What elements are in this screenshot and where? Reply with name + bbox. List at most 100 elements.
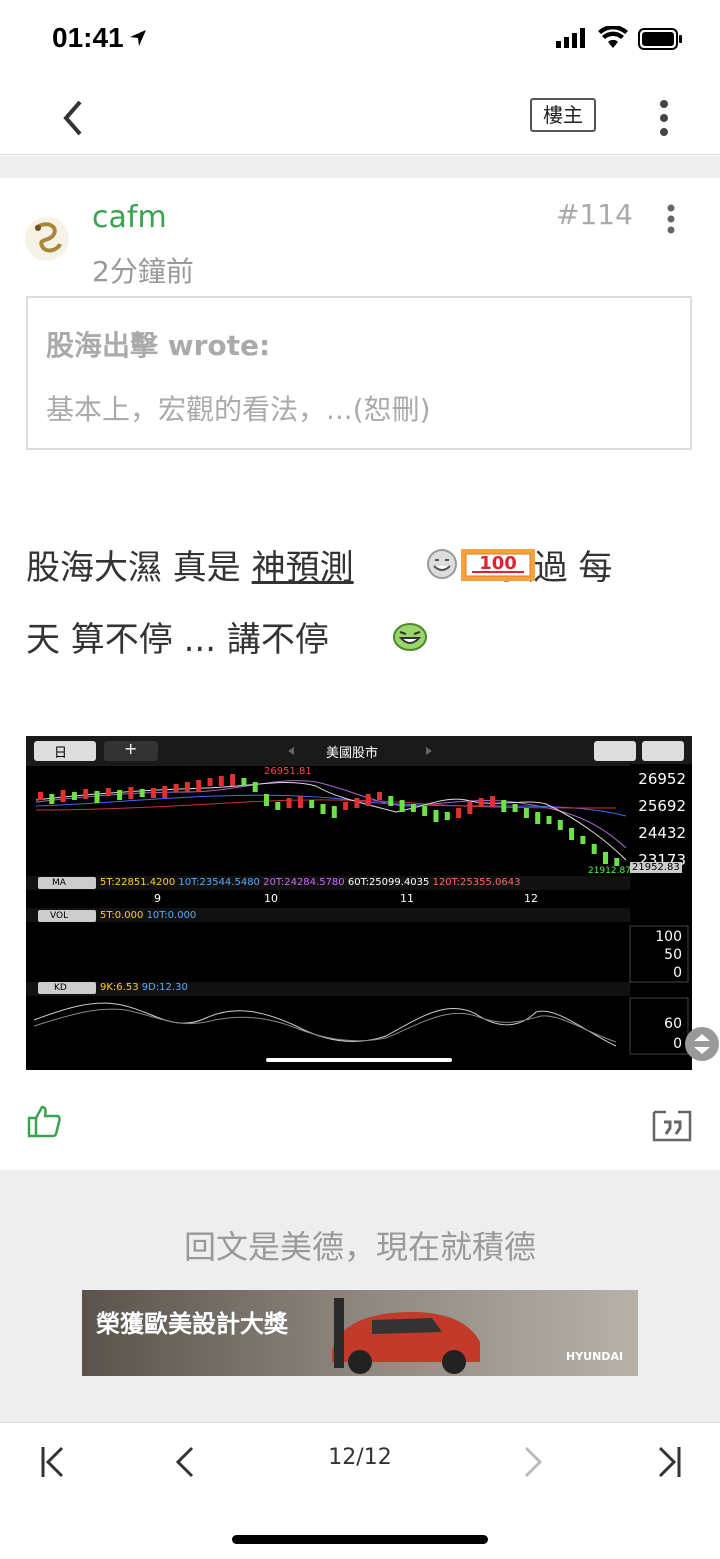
like-thumb-icon[interactable] bbox=[26, 1104, 62, 1138]
ma-value: 120T:25355.0643 bbox=[432, 877, 521, 888]
vol-value: 5T:0.000 bbox=[100, 910, 144, 921]
candle-mark bbox=[354, 798, 360, 808]
candle-mark bbox=[331, 806, 337, 818]
cellular-signal-icon bbox=[556, 28, 585, 48]
username[interactable]: cafm bbox=[92, 200, 167, 235]
candle-mark bbox=[309, 800, 315, 808]
x-tick: 11 bbox=[400, 892, 414, 905]
chart-title: 美國股市 bbox=[326, 746, 379, 761]
candle-mark bbox=[410, 804, 416, 812]
kd-value: 9D:12.30 bbox=[141, 982, 188, 993]
candle-mark bbox=[196, 780, 202, 792]
ad-slogan: 回文是美德，現在就積德 bbox=[183, 1228, 536, 1266]
kd-label: KD bbox=[54, 983, 67, 993]
location-arrow-icon bbox=[130, 30, 146, 46]
candle-mark bbox=[38, 792, 43, 800]
post-time: 2分鐘前 bbox=[92, 255, 194, 288]
candle-mark bbox=[94, 791, 100, 803]
ma-value: 5T:22851.4200 bbox=[100, 877, 176, 888]
top-navigation-bar: 樓主 bbox=[0, 80, 720, 155]
candle-mark bbox=[218, 776, 224, 786]
candle-mark bbox=[162, 786, 168, 798]
ad-banner-headline: 榮獲歐美設計大獎 bbox=[96, 1310, 288, 1338]
chart-add-button[interactable]: + bbox=[124, 739, 137, 758]
vol-axis: 100 50 0 bbox=[630, 928, 682, 982]
candle-mark bbox=[343, 802, 349, 810]
scroll-handle-icon[interactable] bbox=[684, 1026, 720, 1062]
candle-mark bbox=[117, 790, 123, 800]
chart-period-button[interactable]: 日 bbox=[54, 742, 67, 761]
owner-only-button[interactable]: 樓主 bbox=[530, 98, 596, 132]
vol-value: 10T:0.000 bbox=[146, 910, 197, 921]
candle-mark bbox=[490, 796, 495, 806]
candle-mark bbox=[173, 784, 179, 792]
quote-block[interactable]: 股海出擊 wrote: 基本上，宏觀的看法，...(恕刪) bbox=[26, 296, 692, 450]
status-bar: 01:41 bbox=[0, 0, 720, 80]
grin-emoji-icon bbox=[427, 549, 457, 579]
candle-mark bbox=[433, 810, 439, 822]
back-arrow-icon[interactable] bbox=[58, 98, 88, 138]
candle-mark bbox=[105, 788, 111, 796]
battery-icon bbox=[638, 28, 682, 50]
ma-values: 5T:22851.4200 10T:23544.5480 20T:24284.5… bbox=[100, 877, 520, 888]
post-link[interactable]: 神預測 bbox=[252, 548, 354, 588]
wifi-icon bbox=[598, 26, 628, 48]
low-price-label: 21912.87 bbox=[588, 866, 631, 876]
vol-tick: 100 bbox=[655, 929, 682, 945]
post-more-icon[interactable] bbox=[664, 204, 678, 234]
candle-mark bbox=[151, 788, 156, 798]
last-page-icon[interactable] bbox=[656, 1445, 682, 1479]
ma-value: 20T:24284.5780 bbox=[263, 877, 345, 888]
ma-value: 10T:23544.5480 bbox=[178, 877, 260, 888]
x-tick: 12 bbox=[524, 892, 538, 905]
section-divider bbox=[0, 156, 720, 178]
candle-mark bbox=[83, 789, 89, 799]
ad-section: 回文是美德，現在就積德 榮獲歐美設計大獎 HYUNDAI bbox=[0, 1170, 720, 1422]
candle-mark bbox=[523, 808, 529, 818]
vol-label: VOL bbox=[50, 911, 69, 921]
candle-mark bbox=[580, 836, 586, 844]
page-indicator: 12/12 bbox=[328, 1445, 392, 1470]
post-text-segment: 股海大濕 真是 bbox=[26, 548, 252, 588]
more-options-icon[interactable] bbox=[656, 98, 672, 138]
candle-mark bbox=[184, 782, 190, 792]
price-tick: 24432 bbox=[638, 824, 686, 842]
candle-mark bbox=[207, 778, 213, 786]
quote-reply-icon[interactable] bbox=[652, 1108, 692, 1142]
candle-mark bbox=[230, 774, 236, 786]
post-number: #114 bbox=[556, 198, 633, 231]
kd-values: 9K:6.53 9D:12.30 bbox=[100, 982, 188, 993]
candle-mark bbox=[444, 812, 450, 820]
candle-mark bbox=[603, 852, 608, 864]
candle-mark bbox=[49, 794, 55, 804]
candle-mark bbox=[456, 808, 462, 818]
kd-tick: 0 bbox=[673, 1036, 682, 1052]
candle-mark bbox=[535, 812, 541, 824]
candle-mark bbox=[264, 794, 269, 806]
candle-mark bbox=[478, 798, 484, 806]
kd-axis: 60 0 bbox=[630, 1014, 682, 1054]
candle-mark bbox=[241, 778, 247, 786]
candle-mark bbox=[557, 820, 563, 830]
candle-mark bbox=[320, 804, 326, 814]
vol-tick: 0 bbox=[673, 965, 682, 981]
candle-mark bbox=[139, 789, 145, 797]
candle-mark bbox=[128, 787, 134, 799]
last-price-label: 21952.83 bbox=[630, 862, 682, 873]
ad-banner[interactable]: 榮獲歐美設計大獎 HYUNDAI bbox=[82, 1290, 638, 1376]
candle-mark bbox=[399, 800, 405, 812]
kd-tick: 60 bbox=[664, 1016, 682, 1032]
vol-tick: 50 bbox=[664, 947, 682, 963]
candle-mark bbox=[501, 800, 507, 812]
price-tick: 26952 bbox=[638, 770, 686, 788]
chart-price-axis: 26952 25692 24432 23173 bbox=[630, 766, 686, 874]
candle-mark bbox=[569, 828, 575, 840]
user-avatar[interactable] bbox=[24, 214, 70, 264]
kd-value: 9K:6.53 bbox=[100, 982, 139, 993]
status-time: 01:41 bbox=[52, 22, 124, 53]
quote-text: 基本上，宏觀的看法，...(恕刪) bbox=[46, 393, 431, 426]
candle-mark bbox=[365, 794, 371, 806]
candle-mark bbox=[297, 796, 303, 808]
stock-chart-image[interactable]: 日 + 美國股市 26952 25692 24432 23173 21952.8… bbox=[26, 736, 692, 1070]
next-page-icon[interactable] bbox=[522, 1445, 544, 1479]
